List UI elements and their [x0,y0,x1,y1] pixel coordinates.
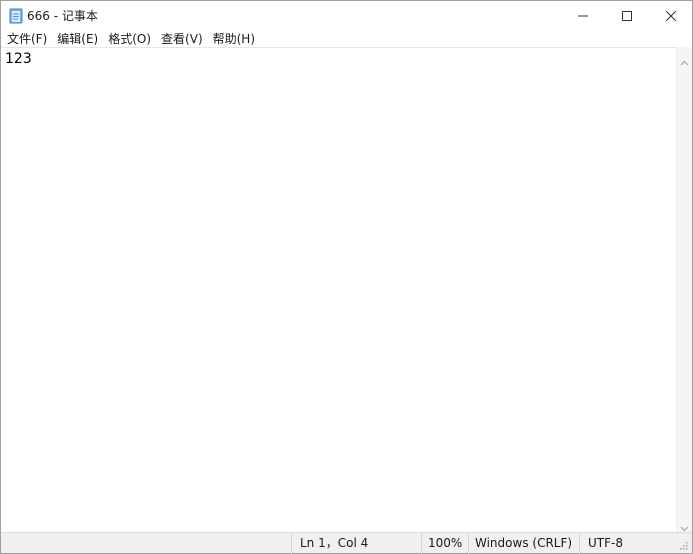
menu-file[interactable]: 文件(F) [2,30,52,48]
encoding: UTF-8 [579,533,675,554]
maximize-icon [622,6,632,25]
notepad-icon [9,8,23,24]
scroll-up-icon[interactable] [680,51,689,70]
line-ending: Windows (CRLF) [468,533,579,554]
zoom-level: 100% [421,533,468,554]
notepad-window: 666 - 记事本 文件(F) 编辑(E) 格式(O) 查看(V) 帮助(H) … [0,0,693,554]
text-editor[interactable]: 123 [1,47,676,532]
menu-format[interactable]: 格式(O) [103,30,156,48]
editor-content[interactable]: 123 [5,50,32,68]
minimize-button[interactable] [560,1,606,30]
menu-help[interactable]: 帮助(H) [208,30,260,48]
resize-grip-icon[interactable] [678,539,688,553]
minimize-icon [578,6,588,25]
menu-view[interactable]: 查看(V) [156,30,208,48]
close-button[interactable] [648,1,693,30]
window-title: 666 - 记事本 [27,9,98,23]
cursor-position: Ln 1，Col 4 [291,533,421,554]
title-bar[interactable]: 666 - 记事本 [1,1,692,31]
close-icon [665,6,677,25]
maximize-button[interactable] [604,1,650,30]
status-bar: Ln 1，Col 4 100% Windows (CRLF) UTF-8 [1,532,692,554]
vertical-scrollbar[interactable] [676,47,692,532]
menu-edit[interactable]: 编辑(E) [52,30,103,48]
menu-bar: 文件(F) 编辑(E) 格式(O) 查看(V) 帮助(H) [1,30,692,48]
